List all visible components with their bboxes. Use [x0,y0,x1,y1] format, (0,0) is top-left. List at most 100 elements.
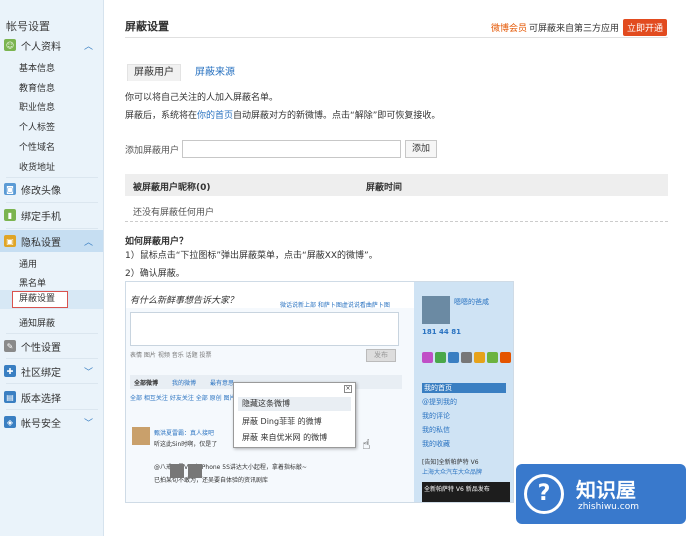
sidebar-item-general[interactable]: 通用 [19,257,37,270]
tab-block-users[interactable]: 屏蔽用户 [127,64,181,81]
shot-menu-item: 我的首页 [422,383,506,393]
sidebar-section-label: 个性设置 [21,342,61,354]
howto-step2: 2）确认屏蔽。 [125,269,185,279]
shot-profile-counts: 181 44 81 [422,328,461,336]
howto-step1: 1）鼠标点击“下拉图标”弹出屏蔽菜单，点击“屏蔽XX的微博”。 [125,251,378,261]
watermark: ? 知识屋 zhishiwu.com [516,464,686,524]
sidebar-section-label: 版本选择 [21,393,61,405]
hand-cursor-icon: ☝ [362,437,371,453]
shot-thumbnail [170,464,184,478]
sidebar-section-phone[interactable]: ▮ 绑定手机 [0,204,103,226]
question-icon: ? [524,474,564,514]
example-screenshot: 有什么新鲜事想告诉大家？ 微话说新上部 和萨卜图虚说说看曲萨卜图 表情 图片 视… [125,281,514,503]
shot-menu-item: 我的私信 [422,426,450,434]
sidebar-section-personalize[interactable]: ✎ 个性设置 [0,335,103,357]
portrait-icon: ◙ [4,183,16,195]
description-line1: 你可以将自己关注的人加入屏蔽名单。 [125,93,279,103]
shot-popup-menu: × 隐藏这条微博 屏蔽 Ding菲菲 的微博 屏蔽 来自优米网 的微博 [233,382,356,448]
shot-app-icons [422,352,511,363]
wrench-icon: ✎ [4,340,16,352]
sidebar-section-label: 修改头像 [21,185,61,197]
sidebar: 帐号设置 ☺ 个人资料 ︿ 基本信息 教育信息 职业信息 个人标签 个性域名 收… [0,0,104,536]
chevron-down-icon: ﹀ [83,418,93,429]
add-block-label: 添加屏蔽用户 [125,146,180,156]
close-icon: × [344,385,352,393]
shot-menu-item: 我的评论 [422,412,450,420]
sidebar-item-notify-block[interactable]: 通知屏蔽 [19,316,55,329]
tab-block-sources[interactable]: 屏蔽来源 [195,64,235,81]
lock-icon: ▣ [4,235,16,247]
divider [6,358,98,359]
shot-ad-box: 全新帕萨特 V6 新品发布 [422,482,510,502]
sidebar-item-tags[interactable]: 个人标签 [19,120,55,133]
shot-popup-hide: 隐藏这条微博 [238,397,351,411]
home-link[interactable]: 你的首页 [197,111,233,121]
sidebar-section-label: 个人资料 [21,41,61,53]
shot-top-hint: 微话说新上部 和萨卜图虚说说看曲萨卜图 [280,302,390,309]
sidebar-item-block-settings[interactable]: 屏蔽设置 [12,291,68,308]
shot-tab: 最有意思 [210,380,235,387]
vip-open-button[interactable]: 立即开通 [622,19,667,36]
page-title: 屏蔽设置 [125,20,169,33]
chevron-up-icon: ︿ [83,41,93,52]
divider [6,202,98,203]
shot-profile-name: 嗯嗯的爸咸 [454,298,489,306]
divider [125,37,668,38]
sidebar-section-social[interactable]: ✚ 社区绑定 ﹀ [0,360,103,382]
sidebar-section-avatar[interactable]: ◙ 修改头像 [0,178,103,200]
chevron-up-icon: ︿ [83,237,93,248]
shot-post-box [130,312,399,346]
desc-text: 自动屏蔽对方的新微博。点击“解除”即可恢复接收。 [233,111,441,121]
column-nickname: 被屏蔽用户昵称(0) [133,183,211,193]
divider [6,383,98,384]
desc-text: 屏蔽后，系统将在 [125,111,198,121]
shot-thumbnail [188,464,202,478]
shot-tab: 我的微博 [172,380,197,387]
sidebar-item-career[interactable]: 职业信息 [19,100,55,113]
phone-icon: ▮ [4,209,16,221]
shot-popup-block-source: 屏蔽 来自优米网 的微博 [242,433,328,442]
sidebar-item-basic-info[interactable]: 基本信息 [19,61,55,74]
sidebar-section-privacy[interactable]: ▣ 隐私设置 ︿ [0,230,103,252]
sidebar-section-security[interactable]: ◈ 帐号安全 ﹀ [0,411,103,433]
description-line2: 屏蔽后，系统将在你的首页自动屏蔽对方的新微博。点击“解除”即可恢复接收。 [125,108,440,121]
watermark-brand: 知识屋 [576,478,636,502]
add-block-input[interactable] [182,140,401,158]
sidebar-item-domain[interactable]: 个性域名 [19,140,55,153]
column-time: 屏蔽时间 [366,183,403,193]
sidebar-section-label: 社区绑定 [21,367,61,379]
sidebar-section-version[interactable]: ▤ 版本选择 [0,386,103,408]
shot-subtabs: 全部 相互关注 好友关注 全部 原创 图片 视频 [130,395,250,402]
shot-heading: 有什么新鲜事想告诉大家？ [130,296,239,306]
sidebar-item-address[interactable]: 收货地址 [19,160,55,173]
sidebar-item-blacklist[interactable]: 黑名单 [19,276,46,289]
shot-tab: 全部微博 [134,380,159,387]
main-content: 屏蔽设置 微博会员 可屏蔽来自第三方应用 立即开通 屏蔽用户 屏蔽来源 你可以将… [105,0,690,536]
shot-right-panel: 嗯嗯的爸咸 181 44 81 我的首页 @提到我的 我的评论 我的私信 我的收… [414,282,513,502]
vip-link[interactable]: 微博会员 [491,21,527,34]
shot-avatar [132,427,150,445]
watermark-site: zhishiwu.com [578,502,639,512]
sidebar-section-label: 隐私设置 [21,237,61,249]
sidebar-section-personal[interactable]: ☺ 个人资料 ︿ [0,34,103,56]
shot-ad-text: [告知]全新帕萨特 V6 [422,459,479,466]
divider [125,221,668,222]
vip-promo: 微博会员 可屏蔽来自第三方应用 立即开通 [491,19,667,36]
divider [6,333,98,334]
divider [6,409,98,410]
shot-tools: 表情 图片 视频 音乐 话题 投票 [130,352,212,359]
share-icon: ✚ [4,365,16,377]
chevron-down-icon: ﹀ [83,367,93,378]
shot-send-button: 发布 [366,349,396,362]
sidebar-item-education[interactable]: 教育信息 [19,81,55,94]
howto-title: 如何屏蔽用户？ [125,237,189,247]
shield-icon: ◈ [4,416,16,428]
empty-message: 还没有屏蔽任何用户 [133,208,215,218]
shot-feed-line: 听这此Sin时啊，仅是了 [154,441,218,448]
divider [6,228,98,229]
user-icon: ☺ [4,39,16,51]
sidebar-section-label: 绑定手机 [21,211,61,223]
shot-header: 有什么新鲜事想告诉大家？ 微话说新上部 和萨卜图虚说说看曲萨卜图 [126,282,414,309]
add-button[interactable]: 添加 [405,140,437,158]
vip-text: 可屏蔽来自第三方应用 [528,24,619,34]
